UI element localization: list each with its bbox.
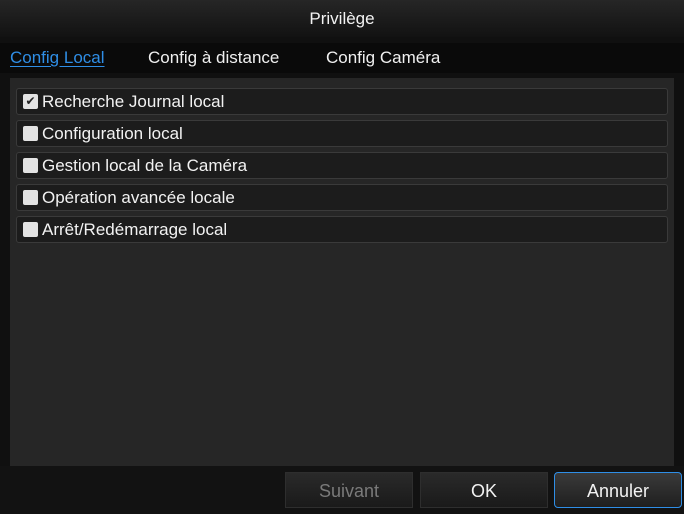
permission-list: ✔ Recherche Journal local Configuration … (10, 78, 674, 466)
tab-config-camera[interactable]: Config Caméra (326, 43, 440, 73)
checkbox-unchecked-icon[interactable] (23, 190, 38, 205)
tab-bar: Config Local Config à distance Config Ca… (0, 43, 684, 73)
permission-label: Opération avancée locale (42, 188, 235, 207)
dialog-footer: Suivant OK Annuler (0, 466, 684, 514)
tab-config-remote[interactable]: Config à distance (148, 43, 279, 73)
ok-button[interactable]: OK (420, 472, 548, 508)
permission-label: Recherche Journal local (42, 92, 225, 111)
dialog-title: Privilège (0, 0, 684, 37)
permission-row-advanced-operation[interactable]: Opération avancée locale (16, 184, 668, 211)
permission-label: Gestion local de la Caméra (42, 156, 248, 175)
permission-row-shutdown-reboot[interactable]: Arrêt/Redémarrage local (16, 216, 668, 243)
checkbox-checked-icon[interactable]: ✔ (23, 94, 38, 109)
checkbox-unchecked-icon[interactable] (23, 158, 38, 173)
permission-label: Arrêt/Redémarrage local (42, 220, 228, 239)
privilege-dialog: Privilège Config Local Config à distance… (0, 0, 684, 514)
tab-config-local[interactable]: Config Local (10, 43, 105, 73)
cancel-button[interactable]: Annuler (554, 472, 682, 508)
permission-row-search-log[interactable]: ✔ Recherche Journal local (16, 88, 668, 115)
permission-row-configuration[interactable]: Configuration local (16, 120, 668, 147)
permission-row-camera-management[interactable]: Gestion local de la Caméra (16, 152, 668, 179)
next-button[interactable]: Suivant (285, 472, 413, 508)
checkbox-unchecked-icon[interactable] (23, 222, 38, 237)
permission-label: Configuration local (42, 124, 183, 143)
checkbox-unchecked-icon[interactable] (23, 126, 38, 141)
